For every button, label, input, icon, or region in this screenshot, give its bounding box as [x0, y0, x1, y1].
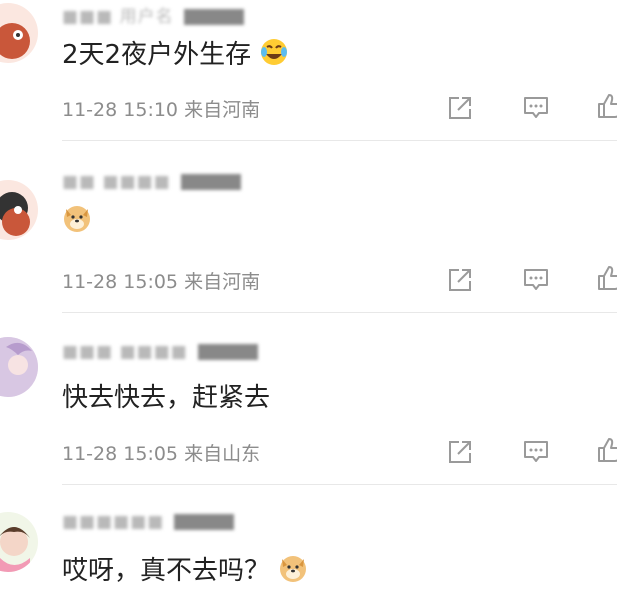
avatar[interactable] [0, 180, 38, 240]
comment-location: 来自山东 [184, 443, 261, 465]
comment-text: 快去快去，赶紧去 [62, 383, 271, 413]
like-icon[interactable] [596, 264, 617, 292]
comment-icon[interactable] [522, 438, 550, 466]
comment-date: 11-28 [62, 99, 118, 121]
username[interactable]: ■■■■■■ [62, 512, 234, 532]
comment-date: 11-28 [62, 443, 118, 465]
divider [62, 484, 617, 485]
like-icon[interactable] [596, 436, 617, 464]
comment-date: 11-28 [62, 271, 118, 293]
doge-emoji [62, 203, 92, 240]
avatar[interactable] [0, 3, 38, 63]
laughing-tears-emoji [259, 37, 289, 74]
divider [62, 140, 617, 141]
comment-icon[interactable] [522, 266, 550, 294]
comment-text: 2天2夜户外生存 [62, 34, 289, 74]
avatar[interactable] [0, 337, 38, 397]
like-icon[interactable] [596, 92, 617, 120]
comment-text [62, 203, 92, 240]
share-icon[interactable] [446, 94, 474, 122]
comment-location: 来自河南 [184, 99, 261, 121]
comment-time: 15:05 [123, 271, 179, 293]
share-icon[interactable] [446, 266, 474, 294]
divider [62, 312, 617, 313]
avatar[interactable] [0, 512, 38, 572]
share-icon[interactable] [446, 438, 474, 466]
comment-meta: 11-28 15:05 来自河南 [62, 267, 260, 294]
comment-location: 来自河南 [184, 271, 261, 293]
username[interactable]: ■■ ■■■■ [62, 172, 241, 192]
comment-time: 15:10 [123, 99, 179, 121]
comment-meta: 11-28 15:10 来自河南 [62, 95, 260, 122]
comment-text: 哎呀，真不去吗？ [62, 550, 308, 590]
comment-time: 15:05 [123, 443, 179, 465]
username[interactable]: ■■■ ■■■■ [62, 342, 258, 362]
username[interactable]: ■■■ 用户名 [62, 2, 244, 27]
comment-meta: 11-28 15:05 来自山东 [62, 439, 260, 466]
doge-emoji [278, 553, 308, 590]
comment-icon[interactable] [522, 94, 550, 122]
